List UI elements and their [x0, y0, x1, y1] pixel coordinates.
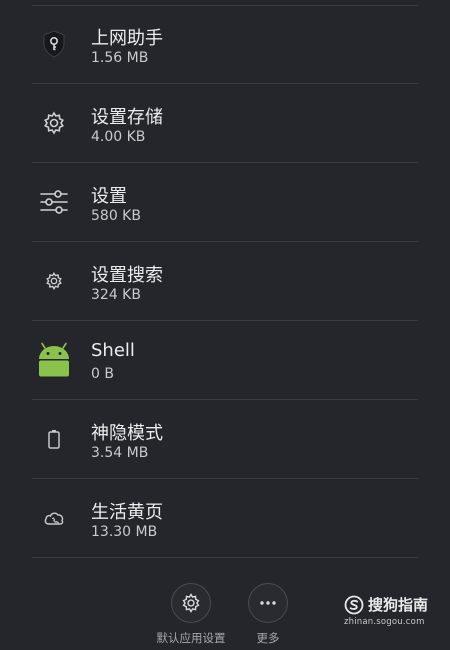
app-size: 3.54 MB	[91, 445, 149, 461]
app-size: 0 B	[91, 366, 114, 382]
app-name: 上网助手	[91, 28, 163, 49]
watermark-logo: 搜狗指南	[344, 594, 428, 615]
android-icon	[34, 340, 74, 380]
divider	[32, 162, 418, 163]
shield-key-icon	[38, 28, 70, 60]
watermark-url: zhinan.sogou.com	[343, 617, 425, 627]
list-item[interactable]: 生活黄页 13.30 MB	[32, 480, 418, 558]
divider	[32, 320, 418, 321]
app-size: 1.56 MB	[91, 50, 149, 66]
cloud-phone-icon	[38, 502, 70, 534]
sliders-icon	[38, 186, 70, 218]
divider	[32, 241, 418, 242]
list-item[interactable]: 神隐模式 3.54 MB	[32, 401, 418, 479]
list-item[interactable]: Shell 0 B	[32, 322, 418, 400]
list-item[interactable]: 上网助手 1.56 MB	[32, 6, 418, 84]
app-size: 580 KB	[91, 208, 141, 224]
more-dots-icon[interactable]	[248, 583, 288, 623]
gear-icon[interactable]	[171, 583, 211, 623]
small-gear-icon	[38, 265, 70, 297]
app-name: 设置存储	[91, 107, 163, 128]
sogou-watermark: 搜狗指南 zhinan.sogou.com	[344, 594, 428, 627]
watermark-brand: 搜狗指南	[367, 596, 428, 614]
gear-icon	[38, 107, 70, 139]
app-size: 13.30 MB	[91, 524, 158, 540]
app-name: 设置搜索	[91, 265, 163, 286]
list-item[interactable]: 设置搜索 324 KB	[32, 243, 418, 321]
list-item[interactable]: 设置 580 KB	[32, 164, 418, 242]
more-label: 更多	[256, 631, 280, 645]
divider	[32, 478, 418, 479]
app-name: Shell	[91, 340, 135, 361]
battery-icon	[38, 423, 70, 455]
app-name: 生活黄页	[91, 502, 163, 523]
app-name: 神隐模式	[91, 423, 163, 444]
app-size: 324 KB	[91, 287, 141, 303]
divider	[32, 557, 418, 558]
app-size: 4.00 KB	[91, 129, 146, 145]
divider	[32, 399, 418, 400]
sogou-s-icon	[344, 595, 364, 614]
list-item[interactable]: 设置存储 4.00 KB	[32, 85, 418, 163]
divider	[32, 83, 418, 84]
app-name: 设置	[91, 186, 127, 207]
more-button[interactable]: 更多	[223, 583, 313, 646]
